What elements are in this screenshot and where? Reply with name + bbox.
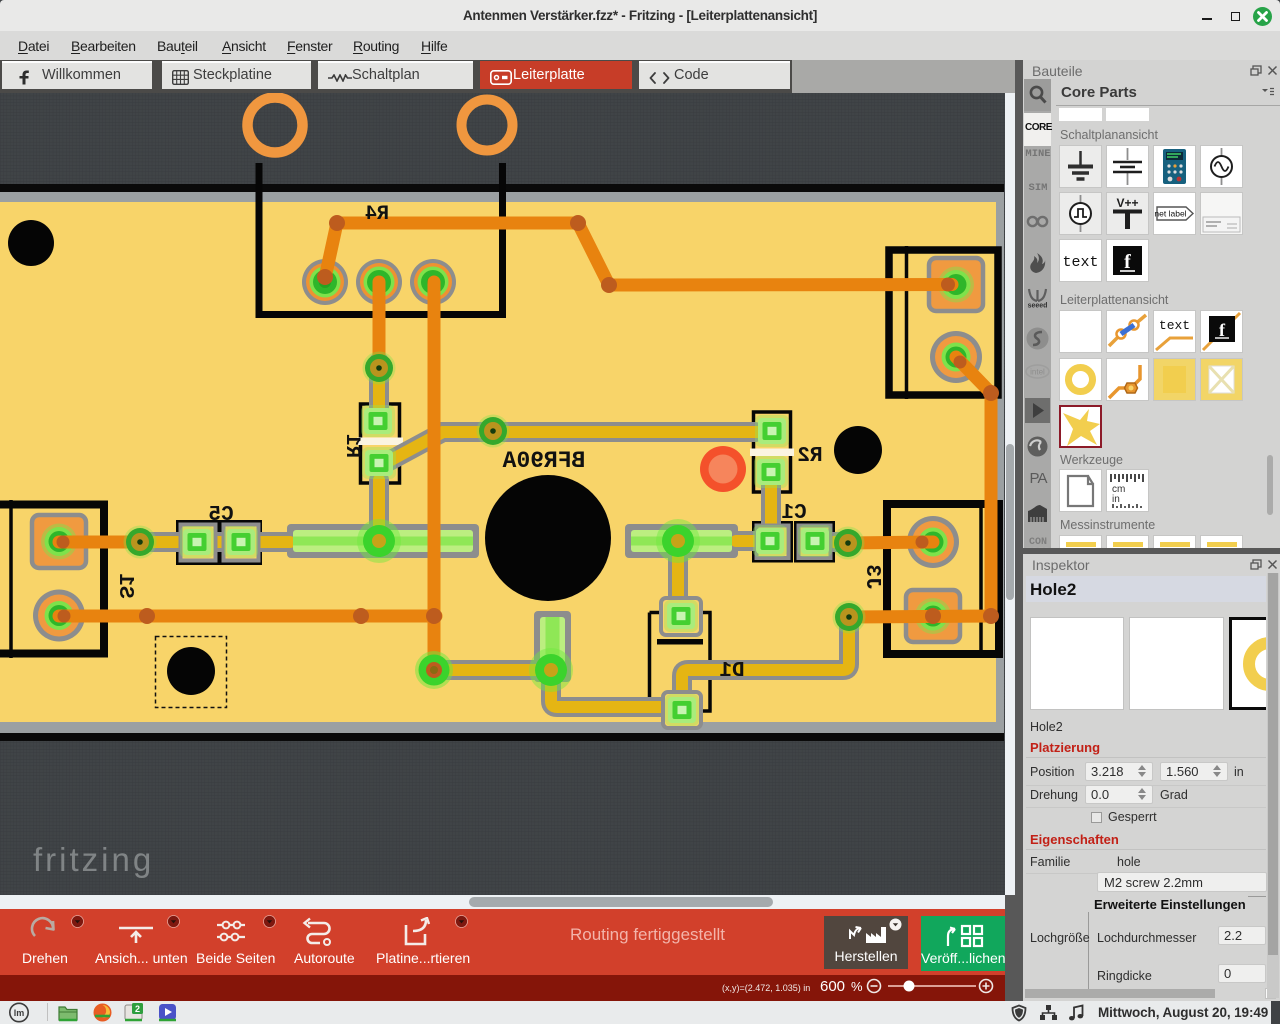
- svg-text:text: text: [1062, 254, 1098, 271]
- svg-text:V++: V++: [1116, 196, 1138, 210]
- svg-text:fritzing: fritzing: [33, 841, 154, 878]
- svg-text:BFR90A: BFR90A: [502, 448, 585, 474]
- svg-text:seeed: seeed: [1028, 303, 1048, 309]
- svg-text:S1: S1: [113, 573, 136, 598]
- svg-text:C5: C5: [208, 504, 233, 527]
- svg-text:2: 2: [135, 1004, 140, 1014]
- svg-text:R4: R4: [365, 203, 389, 226]
- svg-text:D1: D1: [719, 660, 744, 683]
- svg-text:net label: net label: [1154, 209, 1186, 219]
- svg-text:f: f: [1219, 320, 1226, 340]
- svg-text:text: text: [1159, 318, 1190, 333]
- svg-text:lm: lm: [14, 1008, 25, 1018]
- svg-text:f: f: [1124, 251, 1131, 273]
- svg-text:J3: J3: [860, 564, 883, 589]
- svg-text:in: in: [1112, 494, 1120, 505]
- svg-text:intel: intel: [1030, 368, 1045, 377]
- svg-text:R1: R1: [340, 434, 363, 458]
- svg-text:C1: C1: [781, 502, 806, 525]
- svg-text:R2: R2: [797, 445, 822, 468]
